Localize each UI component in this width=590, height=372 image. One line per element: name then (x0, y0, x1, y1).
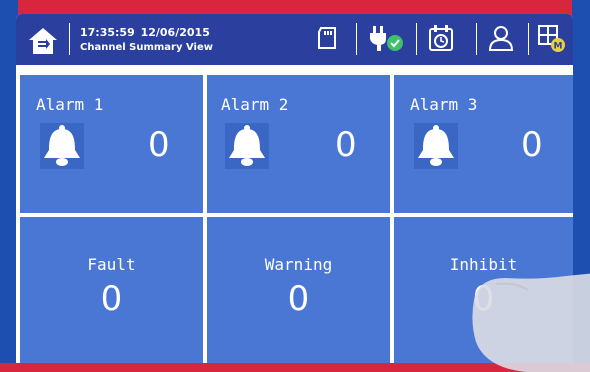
alarm-1-tile[interactable]: Alarm 1 0 (20, 75, 203, 213)
inhibit-count: 0 (472, 279, 495, 319)
power-plug-icon (370, 26, 403, 51)
bell-icon-box (40, 123, 84, 169)
alarm-2-tile[interactable]: Alarm 2 0 (207, 75, 390, 213)
bell-icon (44, 125, 80, 166)
fault-tile[interactable]: Fault 0 (20, 217, 203, 363)
user-icon (488, 26, 514, 51)
datetime-readout: 17:35:59 12/06/2015 (80, 26, 210, 40)
alarm-label: Alarm 3 (410, 95, 478, 114)
header-divider (476, 23, 477, 55)
inhibit-tile[interactable]: Inhibit 0 (394, 217, 573, 363)
warning-tile[interactable]: Warning 0 (207, 217, 390, 363)
fault-label: Fault (87, 255, 136, 274)
sd-card-icon (318, 27, 336, 49)
power-status-button[interactable] (367, 23, 407, 53)
date-text: 12/06/2015 (140, 26, 210, 39)
header-divider (416, 23, 417, 55)
layout-button[interactable]: M (536, 23, 566, 53)
header-bar: 17:35:59 12/06/2015 Channel Summary View (16, 14, 573, 68)
user-button[interactable] (486, 23, 516, 53)
alarm-count: 0 (148, 125, 170, 165)
fault-count: 0 (100, 279, 123, 319)
bell-icon (418, 125, 454, 166)
bell-icon-box (414, 123, 458, 169)
svg-text:M: M (554, 42, 563, 52)
alarm-label: Alarm 2 (221, 95, 289, 114)
warning-label: Warning (264, 255, 333, 274)
inhibit-label: Inhibit (449, 255, 518, 274)
header-divider (69, 23, 70, 55)
warning-count: 0 (287, 279, 310, 319)
alarm-count: 0 (335, 125, 357, 165)
header-divider (356, 23, 357, 55)
alarm-3-tile[interactable]: Alarm 3 0 (394, 75, 573, 213)
time-text: 17:35:59 (80, 26, 135, 39)
sd-card-button[interactable] (312, 23, 342, 53)
home-button[interactable] (26, 26, 60, 56)
bell-icon-box (225, 123, 269, 169)
layout-grid-icon: M (538, 25, 565, 52)
alarm-label: Alarm 1 (36, 95, 104, 114)
page-title: Channel Summary View (80, 42, 213, 53)
header-divider (528, 23, 529, 55)
schedule-button[interactable] (426, 23, 456, 53)
alarm-count: 0 (521, 125, 543, 165)
calendar-clock-icon (429, 25, 453, 51)
bell-icon (229, 125, 265, 166)
home-icon (29, 28, 57, 54)
touch-screen: 17:35:59 12/06/2015 Channel Summary View (16, 14, 573, 363)
